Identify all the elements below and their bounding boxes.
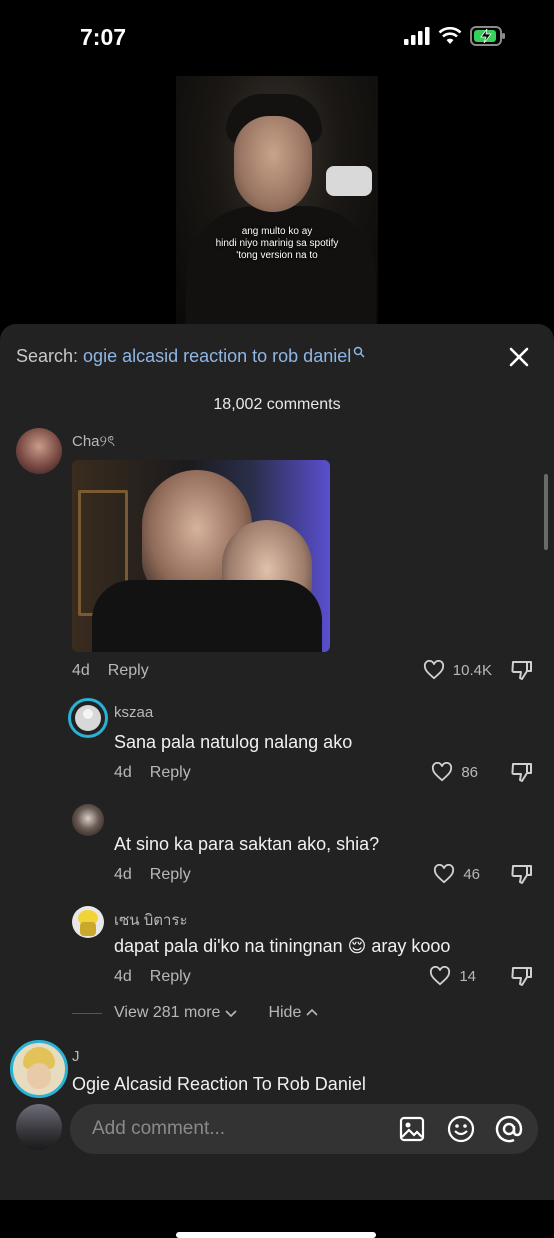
reply-meta: 4d Reply: [114, 968, 191, 986]
heart-icon: [430, 966, 451, 986]
thread-controls: View 281 more Hide: [72, 1004, 319, 1022]
comment-composer: Add comment...: [0, 1100, 554, 1238]
avatar[interactable]: [72, 804, 104, 836]
video-person-face: [234, 116, 312, 212]
image-icon[interactable]: [398, 1115, 426, 1143]
signal-icon: [404, 27, 430, 45]
status-time: 7:07: [80, 24, 127, 50]
reply-text: At sino ka para saktan ako, shia?: [114, 834, 380, 854]
avatar[interactable]: [16, 428, 62, 474]
heart-icon: [432, 762, 453, 782]
video-person-body: [186, 206, 376, 330]
reply-button[interactable]: Reply: [150, 968, 191, 985]
video-caption: ang multo ko ay hindi niyo marinig sa sp…: [215, 226, 339, 261]
comment-age: 4d: [72, 662, 90, 679]
comment-username[interactable]: J: [72, 1048, 80, 1065]
reply-age: 4d: [114, 866, 132, 883]
reply-button[interactable]: Reply: [108, 662, 149, 679]
heart-icon: [434, 864, 455, 884]
reply-username[interactable]: kszaa: [114, 704, 153, 721]
close-icon[interactable]: [506, 344, 532, 370]
dislike-icon[interactable]: [510, 760, 534, 784]
dislike-icon[interactable]: [510, 964, 534, 988]
reply-username[interactable]: เซน บิตาระ: [114, 908, 188, 932]
search-query[interactable]: ogie alcasid reaction to rob daniel: [83, 346, 351, 366]
video-preview[interactable]: ang multo ko ay hindi niyo marinig sa sp…: [176, 76, 378, 330]
avatar[interactable]: [10, 1040, 68, 1098]
like-count: 46: [463, 865, 480, 883]
my-avatar[interactable]: [16, 1104, 62, 1150]
comment-username[interactable]: Cha୨ৎ: [72, 430, 115, 455]
dislike-icon[interactable]: [510, 658, 534, 682]
reply-button[interactable]: Reply: [150, 866, 191, 883]
like-button[interactable]: 86: [431, 762, 478, 782]
chevron-down-icon: [225, 1010, 238, 1018]
avatar[interactable]: [68, 698, 108, 738]
comment-text: Ogie Alcasid Reaction To Rob Daniel: [72, 1074, 366, 1094]
like-button[interactable]: 14: [429, 966, 476, 986]
search-suggestion[interactable]: Search: ogie alcasid reaction to rob dan…: [16, 346, 365, 367]
reply-meta: 4d Reply: [114, 866, 191, 884]
reply-age: 4d: [114, 968, 132, 985]
battery-charging-icon: [470, 26, 505, 46]
avatar[interactable]: [72, 906, 104, 938]
thread-divider: [72, 1012, 102, 1014]
emoji-icon[interactable]: [446, 1114, 476, 1144]
comment-placeholder: Add comment...: [92, 1118, 226, 1139]
heart-icon: [423, 660, 444, 680]
hide-button[interactable]: Hide: [268, 1004, 319, 1022]
scrollbar[interactable]: [544, 474, 548, 550]
reply-meta: 4d Reply: [114, 764, 191, 782]
dislike-icon[interactable]: [510, 862, 534, 886]
mention-icon[interactable]: [494, 1114, 524, 1144]
comments-sheet: Search: ogie alcasid reaction to rob dan…: [0, 324, 554, 1238]
search-icon: [353, 346, 365, 358]
comment-input[interactable]: Add comment...: [70, 1104, 538, 1154]
chevron-up-icon: [306, 1008, 318, 1016]
status-bar: 7:07: [0, 0, 554, 76]
search-prefix: Search:: [16, 346, 84, 366]
comments-count: 18,002 comments: [213, 396, 341, 413]
home-indicator: [176, 1232, 376, 1238]
like-button[interactable]: 46: [433, 864, 480, 884]
wifi-icon: [438, 27, 462, 44]
like-button[interactable]: 10.4K: [423, 660, 492, 680]
reply-text: Sana pala natulog nalang ako: [114, 732, 353, 752]
reply-button[interactable]: Reply: [150, 764, 191, 781]
view-more-button[interactable]: View 281 more: [114, 1004, 238, 1022]
comment-meta: 4d Reply: [72, 662, 149, 680]
background-car: [326, 166, 372, 196]
like-count: 14: [459, 967, 476, 985]
reply-text: dapat pala di'ko na tiningnan 😌 aray koo…: [114, 936, 451, 956]
reply-age: 4d: [114, 764, 132, 781]
like-count: 86: [461, 763, 478, 781]
comment-photo[interactable]: [72, 460, 330, 652]
like-count: 10.4K: [452, 661, 492, 679]
